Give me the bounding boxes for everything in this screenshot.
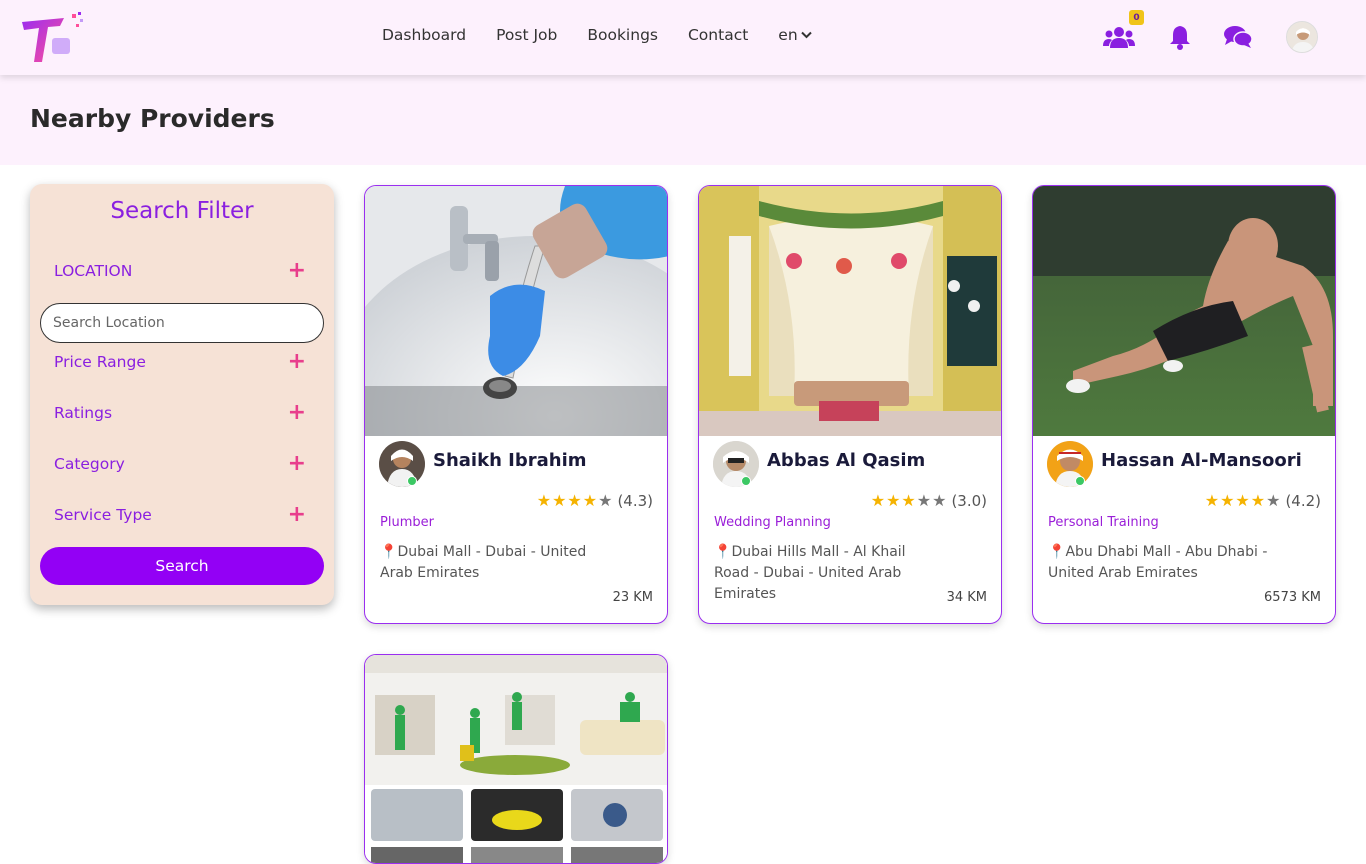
online-status-dot bbox=[741, 476, 751, 486]
users-icon bbox=[1103, 27, 1135, 48]
provider-distance: 23 KM bbox=[612, 590, 653, 605]
filter-ratings-label: Ratings bbox=[54, 404, 113, 422]
map-pin-icon: 📍 bbox=[714, 544, 732, 560]
rating-value: (3.0) bbox=[951, 491, 987, 510]
chat-icon bbox=[1224, 26, 1253, 48]
user-avatar[interactable] bbox=[1286, 21, 1318, 53]
provider-rating: ★ ★ ★ ★ ★ (3.0) bbox=[871, 491, 987, 510]
nav-contact[interactable]: Contact bbox=[688, 26, 748, 44]
filter-category-label: Category bbox=[54, 455, 125, 473]
users-icon-button[interactable] bbox=[1103, 22, 1135, 52]
provider-avatar bbox=[1047, 441, 1093, 487]
filter-category-toggle[interactable]: Category + bbox=[54, 453, 306, 475]
plus-icon: + bbox=[287, 502, 306, 527]
filter-location-toggle[interactable]: LOCATION + bbox=[54, 260, 306, 282]
provider-address: Abu Dhabi Mall - Abu Dhabi - United Arab… bbox=[1048, 544, 1268, 581]
provider-address-block: 📍Dubai Hills Mall - Al Khail Road - Duba… bbox=[714, 542, 934, 605]
filter-price-range-label: Price Range bbox=[54, 353, 146, 371]
plus-icon: + bbox=[287, 258, 306, 283]
map-pin-icon: 📍 bbox=[1048, 544, 1066, 560]
provider-cover-image bbox=[365, 655, 667, 863]
filter-title: Search Filter bbox=[110, 198, 254, 224]
title-band: Nearby Providers bbox=[0, 75, 1366, 165]
provider-address-block: 📍Dubai Mall - Dubai - United Arab Emirat… bbox=[380, 542, 600, 584]
star-icon: ★ bbox=[901, 491, 916, 510]
provider-category: Plumber bbox=[380, 515, 434, 530]
provider-rating: ★ ★ ★ ★ ★ (4.3) bbox=[537, 491, 653, 510]
language-selector[interactable]: en bbox=[778, 26, 812, 44]
star-icon: ★ bbox=[552, 491, 567, 510]
nav-dashboard[interactable]: Dashboard bbox=[382, 26, 466, 44]
star-icon: ★ bbox=[916, 491, 932, 510]
chevron-down-icon bbox=[800, 31, 812, 39]
app-logo[interactable] bbox=[20, 12, 86, 66]
rating-value: (4.3) bbox=[617, 491, 653, 510]
filter-service-type-toggle[interactable]: Service Type + bbox=[54, 504, 306, 526]
filter-ratings-toggle[interactable]: Ratings + bbox=[54, 402, 306, 424]
provider-category: Wedding Planning bbox=[714, 515, 831, 530]
search-filter-panel: Search Filter LOCATION + Price Range + R… bbox=[30, 184, 334, 605]
star-icon: ★ bbox=[567, 491, 582, 510]
filter-price-range-toggle[interactable]: Price Range + bbox=[54, 351, 306, 373]
plus-icon: + bbox=[287, 349, 306, 374]
provider-name[interactable]: Shaikh Ibrahim bbox=[433, 450, 587, 471]
plus-icon: + bbox=[287, 400, 306, 425]
provider-card[interactable]: Shaikh Ibrahim ★ ★ ★ ★ ★ (4.3) Plumber 📍… bbox=[364, 185, 668, 624]
search-button[interactable]: Search bbox=[40, 547, 324, 585]
provider-rating: ★ ★ ★ ★ ★ (4.2) bbox=[1205, 491, 1321, 510]
provider-address-block: 📍Abu Dhabi Mall - Abu Dhabi - United Ara… bbox=[1048, 542, 1268, 584]
filter-location-label: LOCATION bbox=[54, 262, 133, 280]
star-icon: ★ bbox=[886, 491, 901, 510]
plus-icon: + bbox=[287, 451, 306, 476]
star-icon: ★ bbox=[1220, 491, 1235, 510]
provider-category: Personal Training bbox=[1048, 515, 1159, 530]
nav-bookings[interactable]: Bookings bbox=[587, 26, 658, 44]
main-nav: Dashboard Post Job Bookings Contact en bbox=[382, 26, 812, 44]
page-title: Nearby Providers bbox=[30, 104, 275, 133]
filter-service-type-label: Service Type bbox=[54, 506, 152, 524]
provider-distance: 6573 KM bbox=[1264, 590, 1321, 605]
star-icon: ★ bbox=[582, 491, 598, 510]
rating-value: (4.2) bbox=[1285, 491, 1321, 510]
star-icon: ★ bbox=[1266, 491, 1281, 510]
provider-name[interactable]: Abbas Al Qasim bbox=[767, 450, 925, 471]
messages-button[interactable] bbox=[1222, 22, 1254, 52]
top-header: Dashboard Post Job Bookings Contact en 0 bbox=[0, 0, 1366, 75]
star-icon: ★ bbox=[536, 491, 552, 510]
star-icon: ★ bbox=[1250, 491, 1266, 510]
provider-cover-image bbox=[1033, 186, 1335, 436]
star-icon: ★ bbox=[932, 491, 947, 510]
provider-card[interactable]: Hassan Al-Mansoori ★ ★ ★ ★ ★ (4.2) Perso… bbox=[1032, 185, 1336, 624]
star-icon: ★ bbox=[1204, 491, 1220, 510]
provider-address: Dubai Mall - Dubai - United Arab Emirate… bbox=[380, 544, 587, 581]
online-status-dot bbox=[407, 476, 417, 486]
star-icon: ★ bbox=[870, 491, 886, 510]
online-status-dot bbox=[1075, 476, 1085, 486]
provider-avatar bbox=[379, 441, 425, 487]
map-pin-icon: 📍 bbox=[380, 544, 398, 560]
provider-avatar bbox=[713, 441, 759, 487]
provider-cover-image bbox=[699, 186, 1001, 436]
bell-icon bbox=[1170, 26, 1190, 50]
notifications-button[interactable] bbox=[1164, 22, 1196, 52]
star-icon: ★ bbox=[598, 491, 613, 510]
star-icon: ★ bbox=[1235, 491, 1250, 510]
provider-distance: 34 KM bbox=[946, 590, 987, 605]
provider-cover-image bbox=[365, 186, 667, 436]
nav-post-job[interactable]: Post Job bbox=[496, 26, 557, 44]
provider-name[interactable]: Hassan Al-Mansoori bbox=[1101, 450, 1302, 471]
language-label: en bbox=[778, 26, 798, 44]
search-location-input[interactable] bbox=[40, 303, 324, 343]
notification-count-badge: 0 bbox=[1129, 10, 1144, 25]
provider-address: Dubai Hills Mall - Al Khail Road - Dubai… bbox=[714, 544, 906, 602]
provider-card[interactable] bbox=[364, 654, 668, 864]
provider-card[interactable]: Abbas Al Qasim ★ ★ ★ ★ ★ (3.0) Wedding P… bbox=[698, 185, 1002, 624]
